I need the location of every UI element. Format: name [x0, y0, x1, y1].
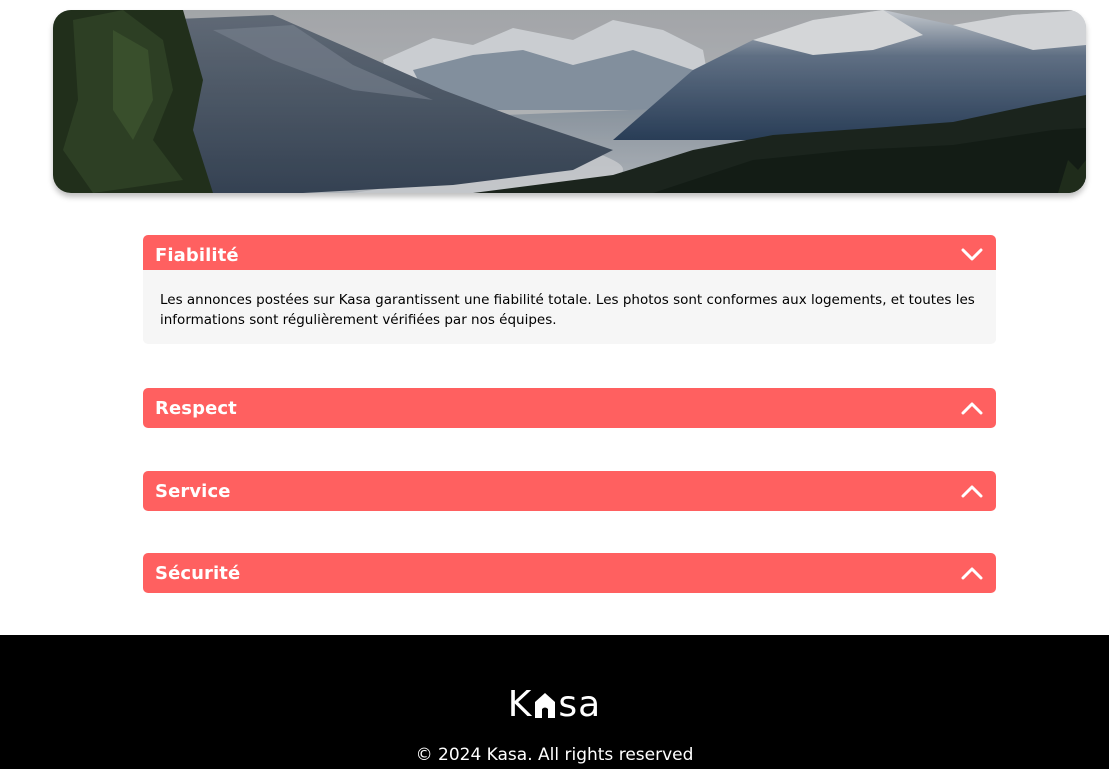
footer-logo[interactable]: K sa: [0, 684, 1109, 726]
mountain-landscape-image: [53, 10, 1086, 193]
collapse-title: Service: [155, 480, 231, 502]
collapse-content-fiabilite: Les annonces postées sur Kasa garantisse…: [143, 270, 996, 344]
copyright-text: © 2024 Kasa. All rights reserved: [415, 745, 694, 765]
logo-letters-sa: sa: [558, 684, 602, 725]
logo-letter-k: K: [507, 684, 533, 725]
chevron-up-icon[interactable]: [960, 396, 984, 420]
collapse-securite: Sécurité: [143, 553, 996, 593]
collapse-service: Service: [143, 471, 996, 511]
collapse-respect: Respect: [143, 388, 996, 428]
chevron-up-icon[interactable]: [960, 561, 984, 585]
collapse-title: Sécurité: [155, 562, 241, 584]
collapse-header-respect[interactable]: Respect: [143, 388, 996, 428]
collapse-fiabilite: Fiabilité Les annonces postées sur Kasa …: [143, 235, 996, 344]
chevron-up-icon[interactable]: [960, 479, 984, 503]
collapse-title: Fiabilité: [155, 244, 239, 266]
collapse-header-service[interactable]: Service: [143, 471, 996, 511]
collapse-title: Respect: [155, 397, 237, 419]
house-icon: [535, 693, 556, 718]
footer: K sa © 2024 Kasa. All rights reserved: [0, 635, 1109, 769]
about-banner: [53, 10, 1086, 193]
collapse-header-securite[interactable]: Sécurité: [143, 553, 996, 593]
collapse-header-fiabilite[interactable]: Fiabilité: [143, 235, 996, 275]
chevron-down-icon[interactable]: [960, 243, 984, 267]
